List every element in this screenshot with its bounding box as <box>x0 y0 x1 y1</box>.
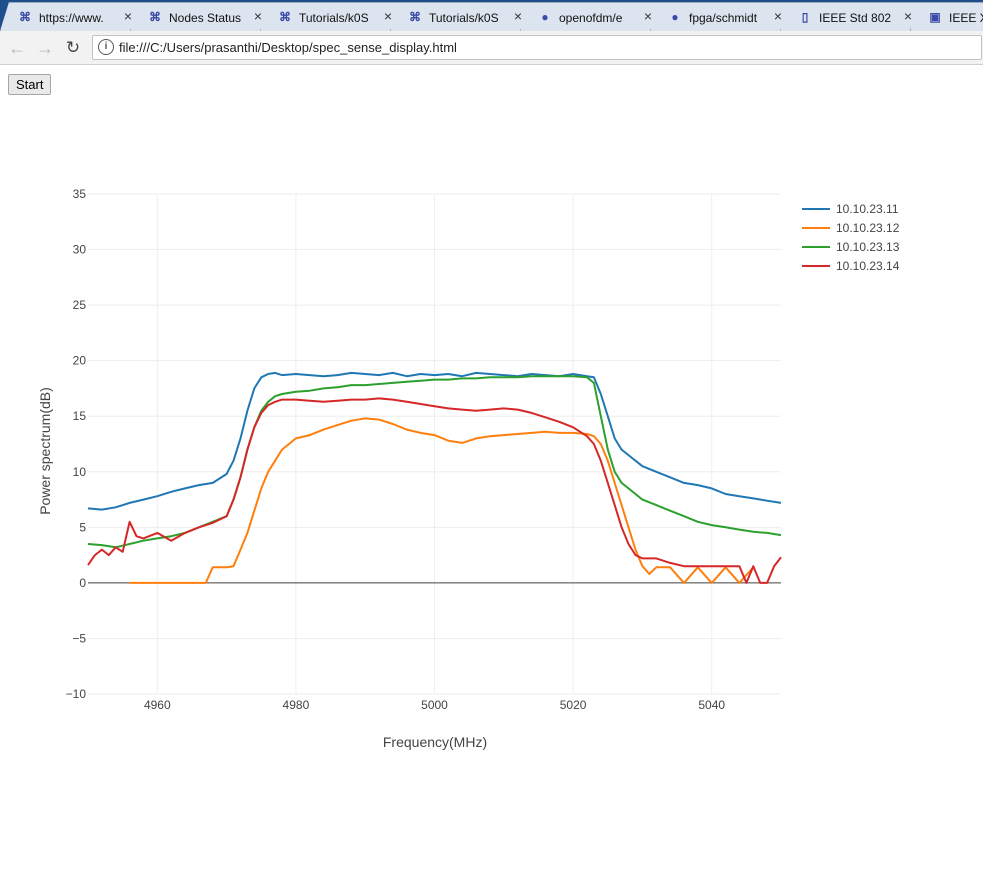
tab-label: openofdm/e <box>559 11 623 25</box>
browser-tab[interactable]: ⌘ https://www. × <box>0 2 150 31</box>
ieee-icon: ▣ <box>929 10 941 24</box>
tab-label: fpga/schmidt <box>689 11 758 25</box>
back-arrow-icon[interactable]: ← <box>6 37 28 59</box>
browser-tab[interactable]: ▯ IEEE Std 802 × <box>780 2 930 31</box>
y-tick-labels: −10 −5 0 5 10 15 20 25 30 35 <box>66 187 87 701</box>
x-tick-label: 5000 <box>421 698 448 712</box>
close-tab-icon[interactable]: × <box>771 9 785 23</box>
orbit-icon: ⌘ <box>279 10 291 24</box>
y-tick-label: −5 <box>72 631 86 645</box>
y-tick-label: 0 <box>79 576 86 590</box>
x-tick-label: 4960 <box>144 698 171 712</box>
y-tick-label: −10 <box>66 687 87 701</box>
orbit-icon: ⌘ <box>409 10 421 24</box>
chart-grid <box>88 193 781 695</box>
browser-tab-strip: ⌘ https://www. × ⌘ Nodes Status × ⌘ Tutorials/k… <box>0 0 983 31</box>
tab-label: IEEE Std 802 <box>819 11 892 25</box>
legend-entry-label: 10.10.23.13 <box>836 240 900 254</box>
y-axis-label: Power spectrum(dB) <box>37 387 53 515</box>
spectrum-chart: −10 −5 0 5 10 15 20 25 30 35 4960 4980 5000 5020 5040… <box>37 187 900 750</box>
x-tick-label: 5040 <box>698 698 725 712</box>
series-line-2 <box>129 417 755 584</box>
github-icon: ● <box>541 10 549 24</box>
document-icon: ▯ <box>801 10 809 24</box>
orbit-icon: ⌘ <box>149 10 161 24</box>
y-tick-label: 5 <box>79 520 86 534</box>
x-tick-label: 5020 <box>560 698 587 712</box>
legend-entry-label: 10.10.23.14 <box>836 259 900 273</box>
chart-legend: 10.10.23.11 10.10.23.12 10.10.23.13 10.10.2… <box>802 202 900 273</box>
x-tick-labels: 4960 4980 5000 5020 5040 <box>144 698 725 712</box>
legend-entry-label: 10.10.23.12 <box>836 221 900 235</box>
tab-label: Tutorials/k0S <box>299 11 369 25</box>
browser-tab[interactable]: ● fpga/schmidt × <box>650 2 800 31</box>
y-tick-label: 10 <box>73 465 87 479</box>
info-icon[interactable]: i <box>98 39 114 55</box>
close-tab-icon[interactable]: × <box>641 9 655 23</box>
close-tab-icon[interactable]: × <box>381 9 395 23</box>
y-tick-label: 25 <box>73 298 87 312</box>
y-tick-label: 30 <box>73 243 87 257</box>
x-axis-label: Frequency(MHz) <box>383 734 487 750</box>
address-url[interactable]: file:///C:/Users/prasanthi/Desktop/spec_… <box>119 40 457 55</box>
browser-tab[interactable]: ⌘ Nodes Status × <box>130 2 280 31</box>
tab-label: https://www. <box>39 11 104 25</box>
browser-tab[interactable]: ● openofdm/e × <box>520 2 670 31</box>
browser-tab[interactable]: ⌘ Tutorials/k0S × <box>260 2 410 31</box>
orbit-icon: ⌘ <box>19 10 31 24</box>
tab-label: Tutorials/k0S <box>429 11 499 25</box>
close-tab-icon[interactable]: × <box>121 9 135 23</box>
tab-label: IEEE X <box>949 11 983 25</box>
y-tick-label: 15 <box>73 409 87 423</box>
address-bar[interactable]: i file:///C:/Users/prasanthi/Desktop/spe… <box>92 35 982 60</box>
forward-arrow-icon[interactable]: → <box>34 37 56 59</box>
tab-label: Nodes Status <box>169 11 242 25</box>
close-tab-icon[interactable]: × <box>251 9 265 23</box>
browser-tab[interactable]: ▣ IEEE X <box>910 2 983 31</box>
reload-icon[interactable]: ↻ <box>62 37 84 59</box>
browser-tab[interactable]: ⌘ Tutorials/k0S × <box>390 2 540 31</box>
y-tick-label: 35 <box>73 187 87 201</box>
close-tab-icon[interactable]: × <box>511 9 525 23</box>
x-tick-label: 4980 <box>283 698 310 712</box>
browser-toolbar: ← → ↻ i file:///C:/Users/prasanthi/Deskt… <box>0 31 983 65</box>
github-icon: ● <box>671 10 679 24</box>
y-tick-label: 20 <box>73 354 87 368</box>
legend-entry-label: 10.10.23.11 <box>836 202 899 216</box>
